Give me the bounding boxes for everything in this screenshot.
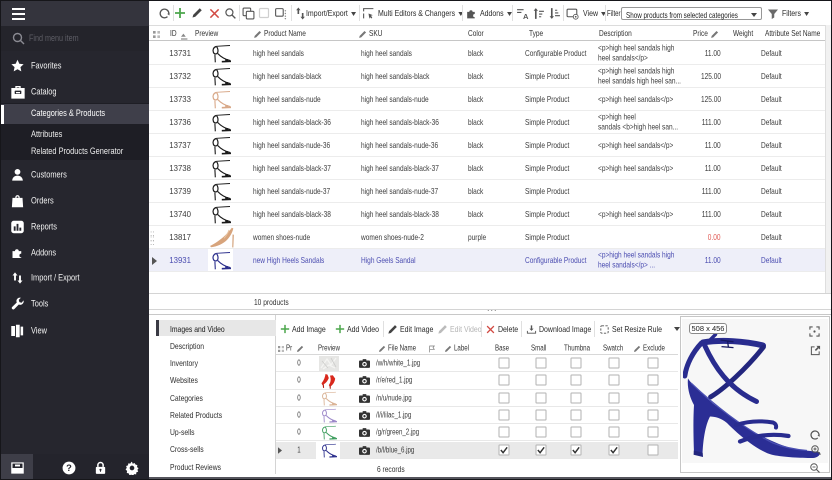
svg-text:A: A xyxy=(523,12,529,20)
svg-text:?: ? xyxy=(66,463,72,473)
